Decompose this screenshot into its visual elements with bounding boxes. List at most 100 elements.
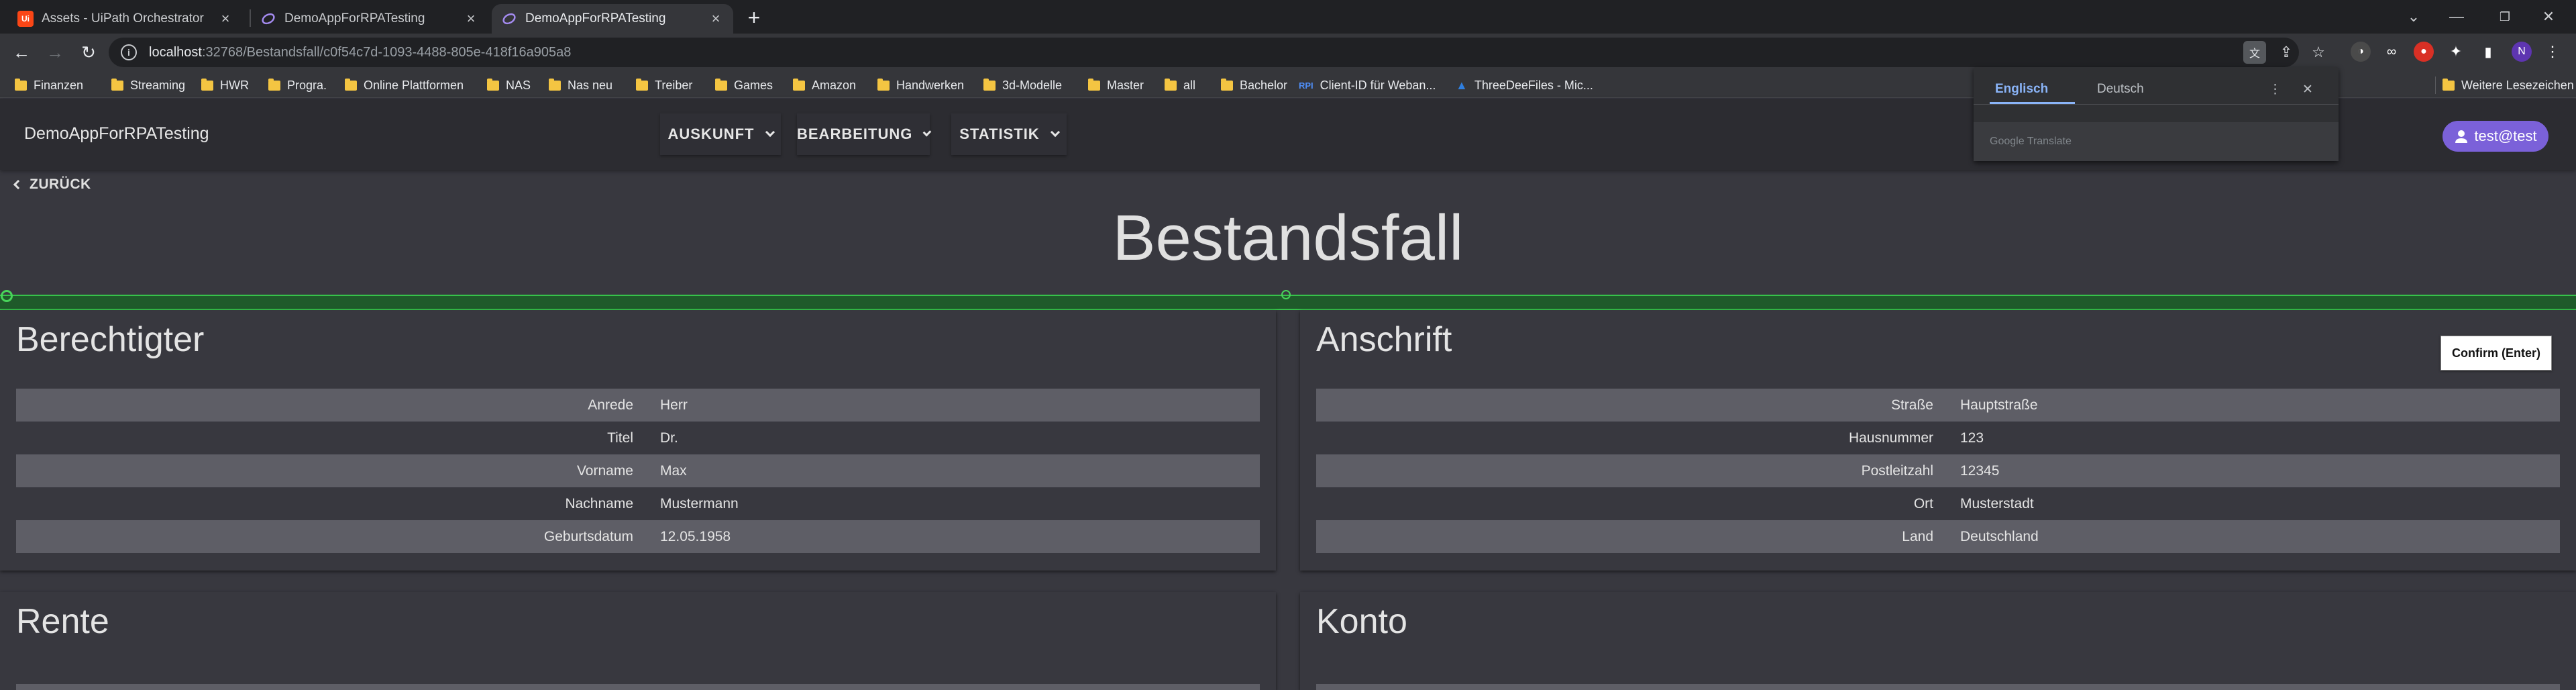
selection-handle-left[interactable] (1, 290, 13, 302)
back-link[interactable]: ZURÜCK (13, 177, 91, 193)
folder-icon (877, 78, 890, 91)
bookmark-folder[interactable]: Master (1088, 77, 1144, 94)
folder-icon (793, 78, 805, 91)
chevron-down-icon (922, 128, 932, 137)
other-bookmarks[interactable]: Weitere Lesezeichen (2435, 77, 2574, 94)
new-tab-button[interactable]: + (742, 5, 766, 30)
back-arrow-icon[interactable]: ← (9, 40, 34, 64)
profile-avatar[interactable]: N (2512, 42, 2532, 62)
reload-icon[interactable]: ↻ (76, 40, 101, 64)
bookmark-folder[interactable]: Bachelor (1221, 77, 1287, 94)
table-row: Titel Dr. (607, 430, 678, 446)
table-row: Vorname Max (16, 454, 1260, 487)
folder-icon (111, 78, 123, 91)
app-icon (260, 11, 276, 27)
bookmark-folder[interactable]: Progra. (268, 77, 327, 94)
active-tab-underline (1990, 102, 2075, 104)
share-icon[interactable]: ⇪ (2274, 40, 2298, 64)
folder-icon (15, 78, 27, 91)
bookmark-folder[interactable]: HWR (201, 77, 249, 94)
bookmark-folder[interactable]: Streaming (111, 77, 185, 94)
menu-bearbeitung[interactable]: BEARBEITUNG (797, 113, 932, 155)
card-anschrift: Anschrift Straße Hauptstraße Hausnummer 12… (1300, 310, 2576, 571)
close-icon[interactable]: ✕ (2302, 82, 2313, 97)
site-info-icon[interactable]: i (121, 44, 137, 60)
folder-icon (1088, 78, 1100, 91)
chevron-down-icon (1050, 127, 1060, 138)
divider (1974, 104, 2339, 105)
bookmark-folder[interactable]: 3d-Modelle (983, 77, 1062, 94)
glasses-extension-icon[interactable]: ∞ (2381, 42, 2402, 62)
user-button[interactable]: test@test (2443, 121, 2548, 152)
lang-englisch-tab[interactable]: Englisch (1995, 82, 2048, 97)
translate-icon[interactable]: 文 (2243, 41, 2266, 64)
selection-handle-center[interactable] (1281, 290, 1291, 299)
close-tab-icon[interactable]: × (708, 10, 724, 27)
bookmark-star-icon[interactable]: ☆ (2306, 40, 2330, 64)
puzzle-extensions-icon[interactable]: ✦ (2446, 42, 2466, 62)
table-row: Straße Hauptstraße (1316, 389, 2560, 422)
section-title: Berechtigter (16, 320, 205, 359)
person-icon (2455, 130, 2468, 143)
app-title[interactable]: DemoAppForRPATesting (24, 124, 209, 144)
browser-toolbar: ← → ↻ i localhost:32768/Bestandsfall/c0f… (0, 34, 2576, 71)
folder-icon (549, 78, 561, 91)
bookmark-folder[interactable]: NAS (487, 77, 531, 94)
uipath-icon: Ui (17, 11, 34, 27)
bookmark-folder[interactable]: Treiber (636, 77, 692, 94)
bookmark-folder[interactable]: all (1165, 77, 1195, 94)
section-title: Rente (16, 602, 109, 641)
extension-icon[interactable]: ◑ (2351, 42, 2371, 62)
folder-icon (201, 78, 213, 91)
section-title: Anschrift (1316, 320, 1452, 359)
menu-statistik[interactable]: STATISTIK (951, 113, 1067, 155)
section-title: Konto (1316, 602, 1407, 641)
forward-arrow-icon[interactable]: → (43, 40, 67, 64)
page-title: Bestandsfall (1112, 202, 1464, 274)
close-window-button[interactable]: ✕ (2521, 0, 2576, 34)
lang-deutsch-tab[interactable]: Deutsch (2097, 82, 2144, 97)
folder-icon (1165, 78, 1177, 91)
table-row: Geburtsdatum 12.05.1958 (16, 520, 1260, 553)
card-berechtigter: Berechtigter Anrede Herr Titel Dr. Vorname… (0, 310, 1276, 571)
bookmark-folder[interactable]: Finanzen (15, 77, 83, 94)
bookmark-folder[interactable]: Games (715, 77, 773, 94)
table-row: Ort Musterstadt (1913, 495, 2034, 511)
bookmark-link[interactable]: ▲ ThreeDeeFiles - Mic... (1456, 77, 1593, 94)
card-konto: Konto (1300, 592, 2576, 690)
table-row: Nachname Mustermann (565, 495, 739, 511)
sidepanel-icon[interactable]: ▮ (2478, 42, 2498, 62)
folder-icon (636, 78, 648, 91)
table-row: Anrede Herr (16, 389, 1260, 422)
folder-icon (983, 78, 996, 91)
adblock-extension-icon[interactable]: ● (2414, 42, 2434, 62)
folder-icon (487, 78, 499, 91)
translate-input[interactable]: Google Translate (1974, 122, 2339, 161)
close-tab-icon[interactable]: × (217, 10, 233, 27)
bookmark-folder[interactable]: Handwerken (877, 77, 964, 94)
table-row (16, 684, 1260, 690)
url-path: :32768/Bestandsfall/c0f54c7d-1093-4488-8… (201, 44, 572, 60)
bookmark-folder[interactable]: Online Plattformen (345, 77, 464, 94)
close-tab-icon[interactable]: × (463, 10, 479, 27)
tab-demoapp-2[interactable]: DemoAppForRPATesting × (492, 4, 733, 34)
table-row: Hausnummer 123 (1848, 430, 1984, 446)
more-options-icon[interactable]: ⋮ (2269, 82, 2282, 97)
menu-auskunft[interactable]: AUSKUNFT (660, 113, 781, 155)
bookmark-folder[interactable]: Amazon (793, 77, 856, 94)
bookmark-link[interactable]: RPI Client-ID für Weban... (1299, 77, 1436, 94)
tab-uipath[interactable]: Ui Assets - UiPath Orchestrator × (8, 4, 243, 34)
tab-title: DemoAppForRPATesting (284, 11, 425, 26)
more-menu-icon[interactable]: ⋮ (2542, 42, 2563, 62)
berechtigter-table: Anrede Herr Titel Dr. Vorname Max Nachname M… (16, 389, 1260, 553)
tab-demoapp-1[interactable]: DemoAppForRPATesting × (251, 4, 488, 34)
card-rente: Rente (0, 592, 1276, 690)
bookmark-folder[interactable]: Nas neu (549, 77, 612, 94)
folder-icon (345, 78, 357, 91)
tab-strip: Ui Assets - UiPath Orchestrator × DemoAp… (0, 0, 2576, 34)
confirm-button[interactable]: Confirm (Enter) (2440, 336, 2552, 371)
folder-icon (268, 78, 280, 91)
anschrift-table: Straße Hauptstraße Hausnummer 123 Postleit… (1316, 389, 2560, 553)
address-bar[interactable]: i localhost:32768/Bestandsfall/c0f54c7d-… (109, 38, 2299, 67)
table-row (1316, 684, 2560, 690)
